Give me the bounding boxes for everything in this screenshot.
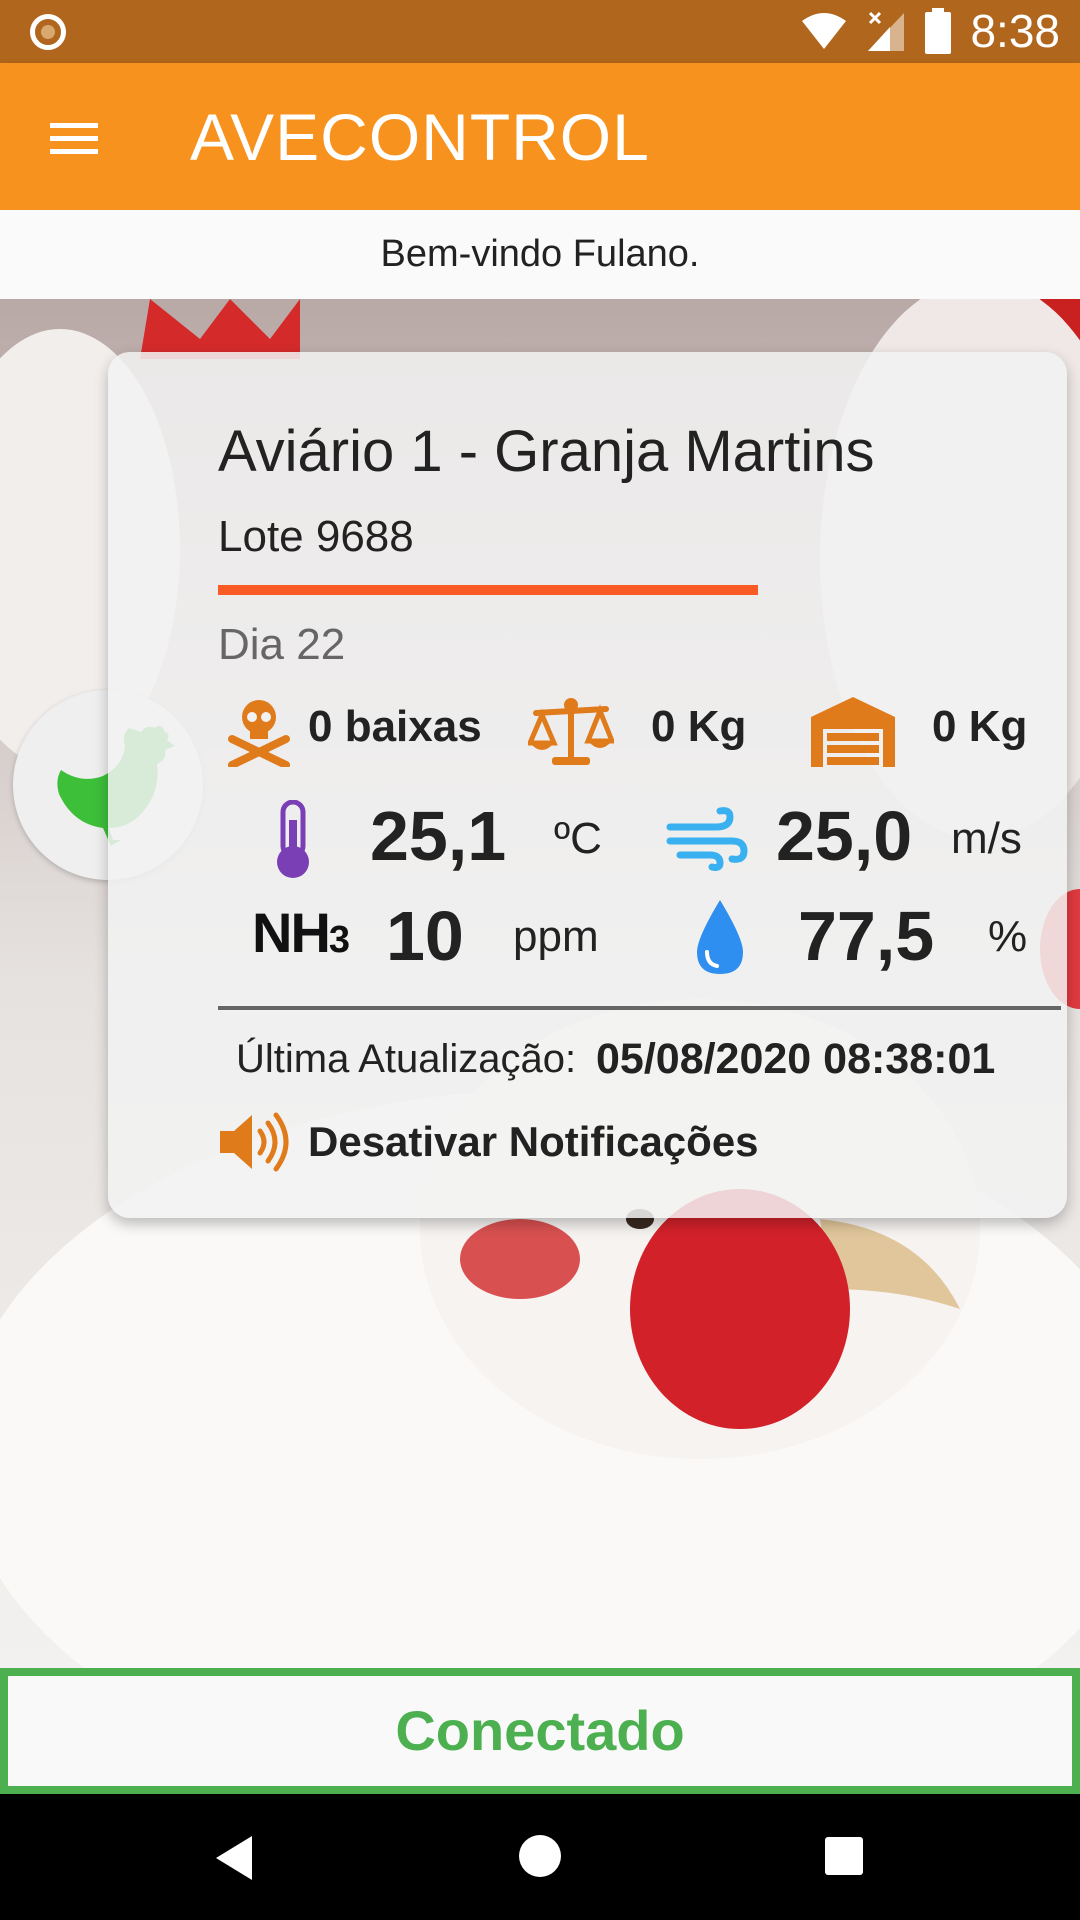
status-time: 8:38 [970,5,1060,57]
ammonia-label: NH3 [252,901,350,964]
status-icons: 8:38 [800,5,1060,57]
connection-status-button[interactable]: Conectado [0,1668,1080,1794]
wind-value: 25,0 [776,797,913,875]
hamburger-menu-icon[interactable] [40,115,110,161]
humidity-unit: % [988,912,1028,961]
weight-value: 0 Kg [651,702,747,751]
back-icon[interactable] [212,1834,256,1882]
scale-icon [528,698,614,765]
card-divider [218,1006,1061,1010]
disable-notifications-button[interactable]: Desativar Notificações [218,1107,759,1177]
accent-divider [218,585,758,595]
wind-unit: m/s [951,814,1022,863]
app-title: AVECONTROL [190,100,650,174]
mortality-value: 0 baixas [308,702,482,751]
wind-icon [666,807,748,871]
lot-label: Lote 9688 [218,512,414,561]
storage-value: 0 Kg [932,702,1028,751]
aviary-title: Aviário 1 - Granja Martins [218,419,875,484]
ammonia-unit: ppm [513,912,599,961]
cell-signal-icon [868,11,905,51]
temperature-unit: ºC [554,814,602,863]
navigation-bar [0,1794,1080,1920]
thermometer-icon [277,800,309,878]
aviary-card: Aviário 1 - Granja Martins Lote 9688 Dia… [108,352,1067,1218]
disable-notifications-label: Desativar Notificações [308,1118,759,1165]
recents-icon[interactable] [824,1836,864,1876]
skull-crossbones-icon [228,700,290,767]
status-bar: 8:38 [0,0,1080,63]
warehouse-icon [811,697,895,767]
notification-ring-icon [30,14,66,50]
app-bar: AVECONTROL [0,63,1080,210]
day-label: Dia 22 [218,620,346,669]
humidity-value: 77,5 [798,897,935,975]
ammonia-value: 10 [386,897,464,975]
last-update-label: Última Atualização: [236,1037,577,1081]
temperature-value: 25,1 [370,797,507,875]
speaker-icon [220,1112,289,1172]
last-update-value: 05/08/2020 08:38:01 [596,1035,996,1083]
water-drop-icon [697,900,743,974]
wifi-icon [802,13,847,49]
welcome-message: Bem-vindo Fulano. [0,210,1080,299]
battery-icon [925,8,952,54]
home-icon[interactable] [518,1834,562,1878]
